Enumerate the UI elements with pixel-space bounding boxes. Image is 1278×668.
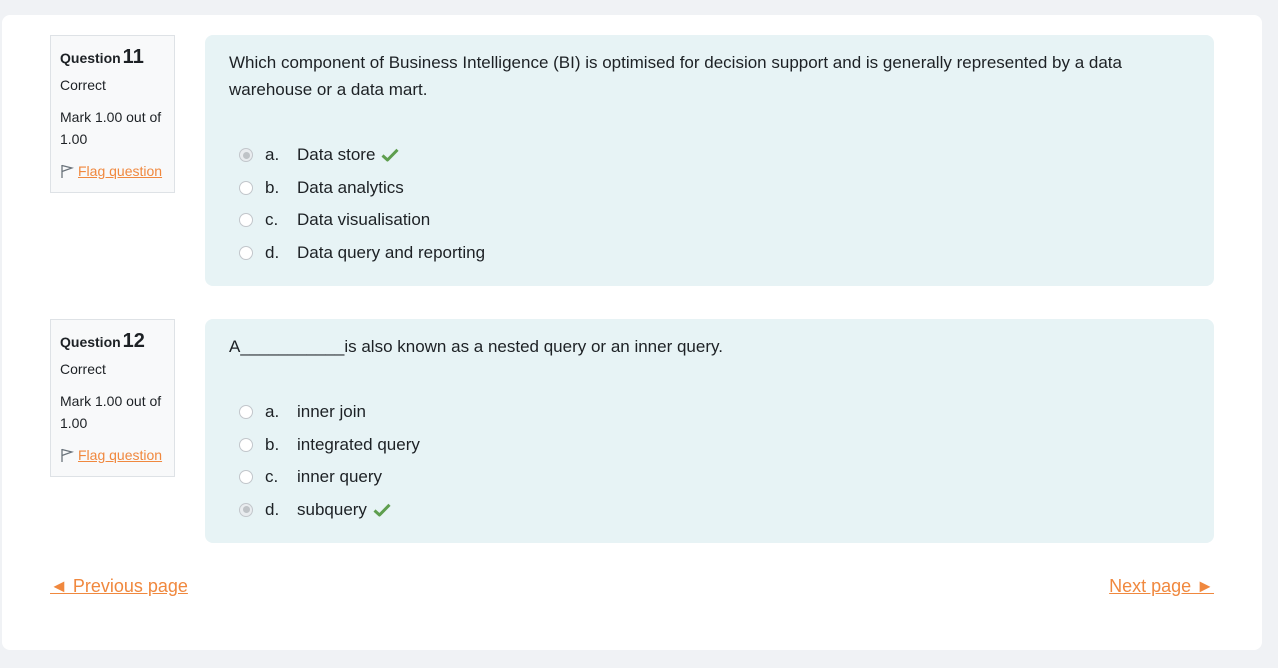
answer-option-a[interactable]: a. inner join: [229, 396, 1190, 429]
answer-text: Data query and reporting: [297, 242, 486, 262]
answer-letter: d.: [265, 499, 280, 519]
answer-text: inner join: [297, 402, 366, 422]
answer-radio[interactable]: [239, 470, 253, 485]
flag-icon: [61, 164, 74, 178]
answer-option-a[interactable]: a. Data store: [229, 139, 1190, 172]
flag-question-link[interactable]: Flag question: [78, 160, 162, 182]
answer-letter: b.: [265, 177, 280, 197]
answer-option-d[interactable]: d. Data query and reporting: [229, 237, 1190, 270]
answer-text: inner query: [297, 467, 383, 487]
answer-text: Data visualisation: [297, 210, 431, 230]
answer-text: integrated query: [297, 434, 420, 454]
check-icon: [373, 503, 391, 517]
answer-text: Data store: [297, 145, 376, 165]
question-label: Question: [60, 50, 121, 66]
question-grade: Mark 1.00 out of 1.00: [60, 393, 162, 431]
answer-letter: b.: [265, 434, 280, 454]
question-content: Which component of Business Intelligence…: [205, 35, 1214, 286]
flag-question-link[interactable]: Flag question: [78, 444, 162, 466]
question-grade: Mark 1.00 out of 1.00: [60, 109, 162, 147]
answer-letter: c.: [265, 210, 279, 230]
flag-question[interactable]: Flag question: [60, 444, 165, 466]
question-title: Question 11: [60, 45, 165, 70]
answer-option-b[interactable]: b. Data analytics: [229, 172, 1190, 205]
answer-text: Data analytics: [297, 177, 404, 197]
answer-option-b[interactable]: b. integrated query: [229, 429, 1190, 462]
question-state: Correct: [60, 361, 106, 377]
answer-list: a. inner join b. integrated query c. inn…: [229, 396, 1190, 526]
answer-radio[interactable]: [239, 437, 253, 452]
answer-radio[interactable]: [239, 502, 253, 517]
question-number: 12: [122, 330, 145, 352]
answer-radio[interactable]: [239, 180, 253, 195]
question-content: A___________is also known as a nested qu…: [205, 319, 1214, 543]
quiz-card: Question 11 Correct Mark 1.00 out of 1.00…: [2, 15, 1262, 650]
answer-letter: a.: [265, 145, 280, 165]
question-title: Question 12: [60, 329, 165, 354]
answer-radio[interactable]: [239, 405, 253, 420]
question-info: Question 11 Correct Mark 1.00 out of 1.00…: [50, 35, 175, 193]
question-text: Which component of Business Intelligence…: [229, 53, 1122, 99]
previous-page-link[interactable]: ◄ Previous page: [50, 576, 188, 597]
answer-option-c[interactable]: c. inner query: [229, 461, 1190, 494]
check-icon: [381, 148, 400, 162]
question-text: A___________is also known as a nested qu…: [229, 337, 723, 356]
next-page-link[interactable]: Next page ►: [1109, 576, 1214, 597]
answer-option-d[interactable]: d. subquery: [229, 494, 1190, 527]
question-info: Question 12 Correct Mark 1.00 out of 1.00…: [50, 319, 175, 477]
answer-radio[interactable]: [239, 213, 253, 228]
question-number: 11: [122, 46, 144, 68]
answer-option-c[interactable]: c. Data visualisation: [229, 204, 1190, 237]
answer-letter: d.: [265, 242, 280, 262]
question-state: Correct: [60, 77, 106, 93]
flag-icon: [61, 448, 74, 462]
flag-question[interactable]: Flag question: [60, 160, 165, 182]
answer-radio[interactable]: [239, 245, 253, 260]
answer-radio[interactable]: [239, 148, 253, 163]
answer-letter: c.: [265, 467, 279, 487]
question-label: Question: [60, 334, 121, 350]
answer-text: subquery: [297, 499, 367, 519]
answer-list: a. Data store b. Data analytics c. Data …: [229, 139, 1190, 269]
answer-letter: a.: [265, 402, 280, 422]
